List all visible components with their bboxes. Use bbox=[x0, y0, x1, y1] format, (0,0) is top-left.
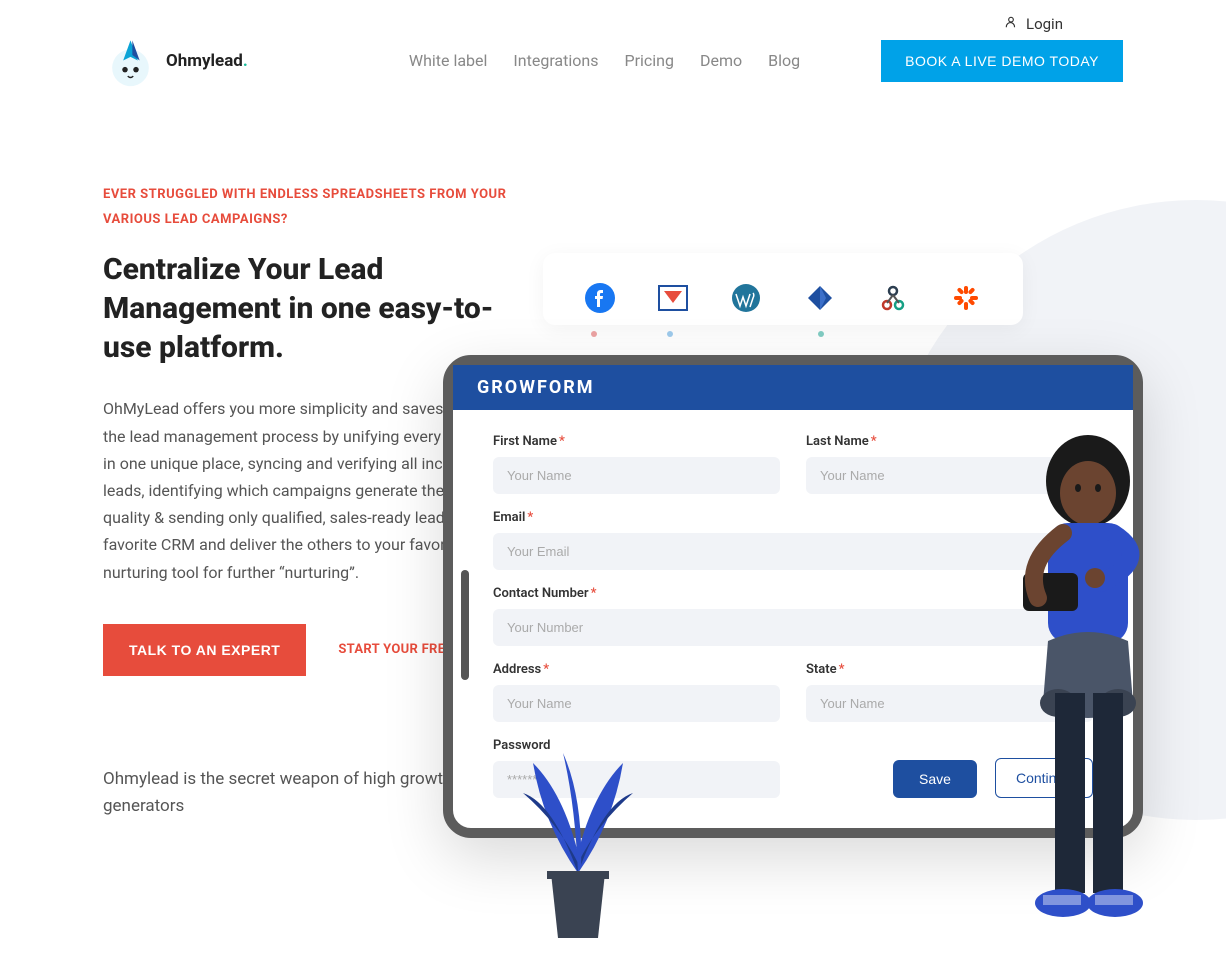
talk-to-expert-button[interactable]: TALK TO AN EXPERT bbox=[103, 624, 306, 676]
integration-dots bbox=[543, 331, 1023, 337]
webhook-icon bbox=[876, 281, 910, 315]
nav-integrations[interactable]: Integrations bbox=[513, 51, 598, 70]
main-nav: White label Integrations Pricing Demo Bl… bbox=[409, 51, 800, 70]
logo-icon bbox=[103, 33, 158, 88]
nav-demo[interactable]: Demo bbox=[700, 51, 742, 70]
scrollbar[interactable] bbox=[461, 570, 469, 680]
facebook-icon bbox=[583, 281, 617, 315]
diamond-icon bbox=[803, 281, 837, 315]
form-title: GROWFORM bbox=[453, 365, 1133, 410]
person-illustration bbox=[1003, 423, 1183, 967]
first-name-label: First Name* bbox=[493, 434, 780, 449]
login-link[interactable]: Login bbox=[1004, 15, 1063, 33]
book-demo-button[interactable]: BOOK A LIVE DEMO TODAY bbox=[881, 40, 1123, 82]
user-icon bbox=[1004, 15, 1018, 33]
address-label: Address* bbox=[493, 662, 780, 677]
address-input[interactable] bbox=[493, 685, 780, 722]
first-name-input[interactable] bbox=[493, 457, 780, 494]
clickfunnels-icon bbox=[656, 281, 690, 315]
logo[interactable]: Ohmylead. bbox=[103, 33, 248, 88]
zapier-icon bbox=[949, 281, 983, 315]
nav-white-label[interactable]: White label bbox=[409, 51, 488, 70]
wordpress-icon bbox=[729, 281, 763, 315]
hero-eyebrow: EVER STRUGGLED WITH ENDLESS SPREADSHEETS… bbox=[103, 183, 531, 232]
save-button[interactable]: Save bbox=[893, 760, 977, 798]
nav-blog[interactable]: Blog bbox=[768, 51, 800, 70]
nav-pricing[interactable]: Pricing bbox=[624, 51, 674, 70]
login-label: Login bbox=[1026, 15, 1063, 33]
logo-text: Ohmylead. bbox=[166, 51, 248, 71]
integration-icons-bar bbox=[543, 253, 1023, 325]
plant-illustration bbox=[503, 723, 653, 947]
